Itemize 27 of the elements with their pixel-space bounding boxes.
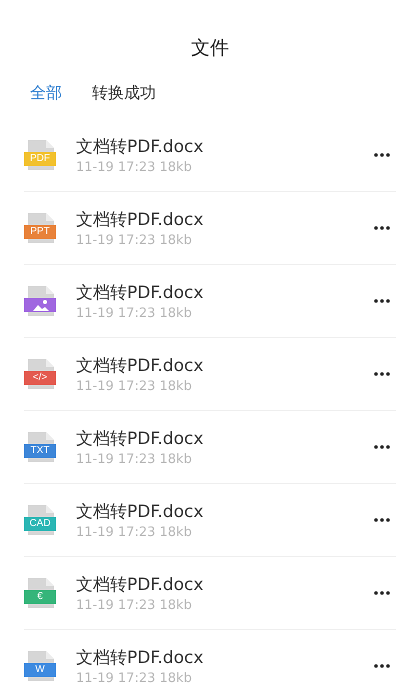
file-name: 文档转PDF.docx [76, 282, 204, 304]
file-name: 文档转PDF.docx [76, 501, 204, 523]
file-meta: 11-19 17:23 18kb [76, 379, 193, 394]
tab[interactable]: 全部 [30, 83, 62, 113]
file-meta: 11-19 17:23 18kb [76, 598, 193, 613]
more-icon[interactable] [374, 372, 390, 376]
file-meta: 11-19 17:23 18kb [76, 452, 193, 467]
more-icon[interactable] [374, 591, 390, 595]
file-meta: 11-19 17:23 18kb [76, 671, 193, 686]
tab[interactable]: 转换成功 [92, 83, 156, 113]
file-name: 文档转PDF.docx [76, 428, 204, 450]
file-meta: 11-19 17:23 18kb [76, 525, 193, 540]
page-title: 文件 [190, 36, 230, 61]
file-meta: 11-19 17:23 18kb [76, 233, 193, 248]
file-name: 文档转PDF.docx [76, 574, 204, 596]
more-icon[interactable] [374, 518, 390, 522]
file-meta: 11-19 17:23 18kb [76, 306, 193, 321]
file-name: 文档转PDF.docx [76, 209, 204, 231]
file-meta: 11-19 17:23 18kb [76, 160, 193, 175]
more-icon[interactable] [374, 226, 390, 230]
file-name: 文档转PDF.docx [76, 355, 204, 377]
file-name: 文档转PDF.docx [76, 136, 204, 158]
file-name: 文档转PDF.docx [76, 647, 204, 669]
more-icon[interactable] [374, 664, 390, 668]
more-icon[interactable] [374, 445, 390, 449]
more-icon[interactable] [374, 299, 390, 303]
more-icon[interactable] [374, 153, 390, 157]
